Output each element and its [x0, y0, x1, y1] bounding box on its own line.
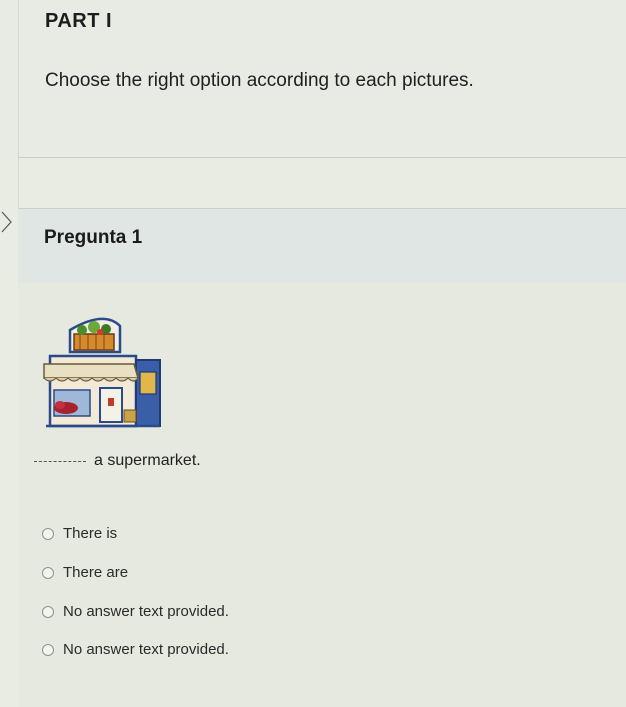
radio-button[interactable]	[42, 605, 54, 618]
option-label: No answer text provided.	[63, 603, 229, 620]
part-section: PART I Choose the right option according…	[0, 0, 626, 158]
radio-button[interactable]	[42, 566, 54, 579]
option-label: There is	[63, 525, 118, 542]
chevron-right-icon[interactable]	[0, 210, 14, 234]
radio-button[interactable]	[42, 527, 54, 540]
radio-button[interactable]	[42, 643, 54, 656]
section-divider	[18, 157, 626, 158]
part-title: PART I	[45, 10, 113, 32]
part-instruction: Choose the right option according to eac…	[45, 70, 474, 91]
answer-blank	[34, 461, 86, 462]
option-label: No answer text provided.	[63, 641, 229, 658]
supermarket-image	[43, 317, 161, 428]
option-3[interactable]: No answer text provided.	[42, 603, 229, 620]
option-4[interactable]: No answer text provided.	[42, 641, 229, 658]
question-prompt: a supermarket.	[34, 452, 201, 470]
prompt-text: a supermarket.	[94, 452, 201, 469]
option-label: There are	[63, 564, 129, 581]
option-1[interactable]: There is	[42, 525, 117, 542]
question-title: Pregunta 1	[44, 227, 143, 248]
question-header: Pregunta 1	[18, 208, 626, 284]
option-2[interactable]: There are	[42, 564, 128, 581]
